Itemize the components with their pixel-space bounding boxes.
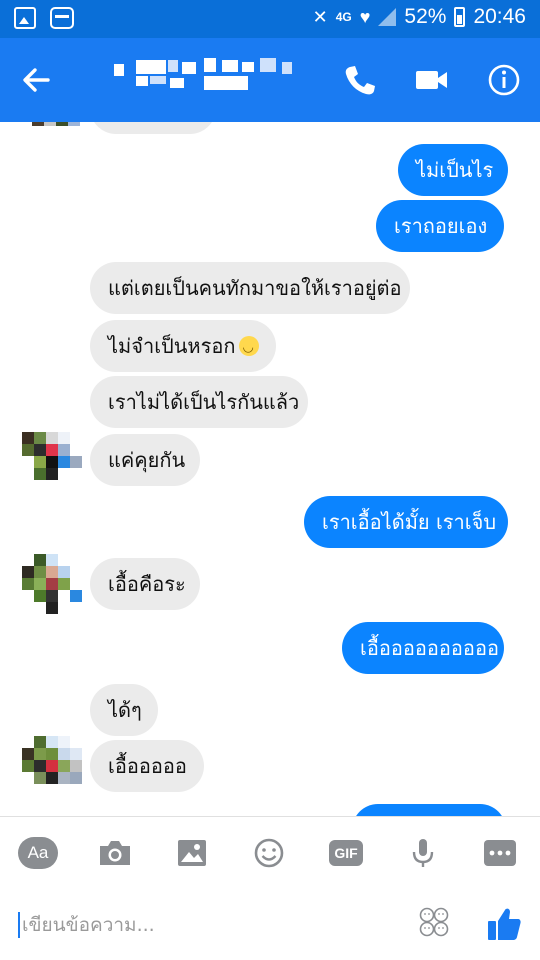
message-bubble-outgoing[interactable]: เอื้ออออออออออ (342, 622, 504, 674)
compose-bar (0, 888, 540, 960)
message-bubble-incoming[interactable]: แต่เตยเป็นคนทักมาขอให้เราอยู่ต่อ (90, 262, 410, 314)
card-icon (50, 7, 74, 29)
message-text: ไม่จำเป็นหรอก (108, 334, 236, 358)
microphone-icon[interactable] (403, 835, 443, 871)
camera-icon[interactable] (95, 835, 135, 871)
status-bar: ✕ 4G ♥ 52% 20:46 (0, 0, 540, 38)
message-bubble-incoming[interactable]: แค่คุยกัน (90, 434, 200, 486)
info-icon[interactable] (484, 60, 524, 100)
message-bubble-outgoing[interactable]: เราเอื้อได้มั้ย เราเจ็บ (304, 496, 508, 548)
mute-icon: ✕ (312, 6, 328, 27)
message-bubble-incoming[interactable]: เอื้อออออ (90, 740, 204, 792)
gif-button[interactable]: GIF (326, 835, 366, 871)
battery-icon (454, 7, 466, 27)
video-camera-icon[interactable] (412, 60, 452, 100)
thumbs-up-icon[interactable] (484, 904, 524, 944)
message-bubble-cutoff (352, 804, 506, 816)
message-list[interactable]: ไม่เป็นไร เราถอยเอง แต่เตยเป็นคนทักมาขอใ… (0, 122, 540, 816)
text-style-icon: Aa (18, 837, 58, 869)
message-bubble-incoming[interactable]: เอื้อคือระ (90, 558, 200, 610)
battery-percent: 52% (404, 5, 447, 28)
signal-icon (378, 8, 397, 26)
emoji-icon[interactable] (249, 835, 289, 871)
contact-name-pixelated[interactable] (110, 58, 300, 98)
message-bubble-cutoff (90, 122, 216, 134)
text-style-button[interactable]: Aa (18, 835, 58, 871)
avatar[interactable] (22, 736, 82, 794)
composer-toolbar: Aa GIF (0, 816, 540, 888)
message-bubble-incoming[interactable]: ไม่จำเป็นหรอก (90, 320, 276, 374)
message-bubble-incoming[interactable]: เราไม่ได้เป็นไรกันแล้ว (90, 376, 308, 428)
message-bubble-outgoing[interactable]: เราถอยเอง (376, 200, 504, 252)
clock: 20:46 (473, 5, 526, 28)
back-arrow-icon[interactable] (18, 62, 54, 98)
gif-icon: GIF (329, 840, 363, 866)
message-bubble-incoming[interactable]: ได้ๆ (90, 684, 158, 736)
text-cursor (18, 912, 20, 938)
phone-icon[interactable] (340, 60, 380, 100)
message-input[interactable] (22, 906, 382, 944)
heart-notification-icon: ♥ (359, 6, 371, 27)
more-icon[interactable] (480, 835, 520, 871)
avatar[interactable] (22, 432, 82, 490)
avatar (22, 122, 80, 128)
gallery-icon (14, 7, 36, 29)
image-icon[interactable] (172, 835, 212, 871)
slightly-smiling-face-icon (239, 322, 260, 374)
emoji-faces-icon[interactable] (418, 906, 450, 938)
message-bubble-outgoing[interactable]: ไม่เป็นไร (398, 144, 508, 196)
network-type: 4G (335, 10, 352, 24)
avatar[interactable] (22, 554, 82, 614)
conversation-header (0, 38, 540, 122)
